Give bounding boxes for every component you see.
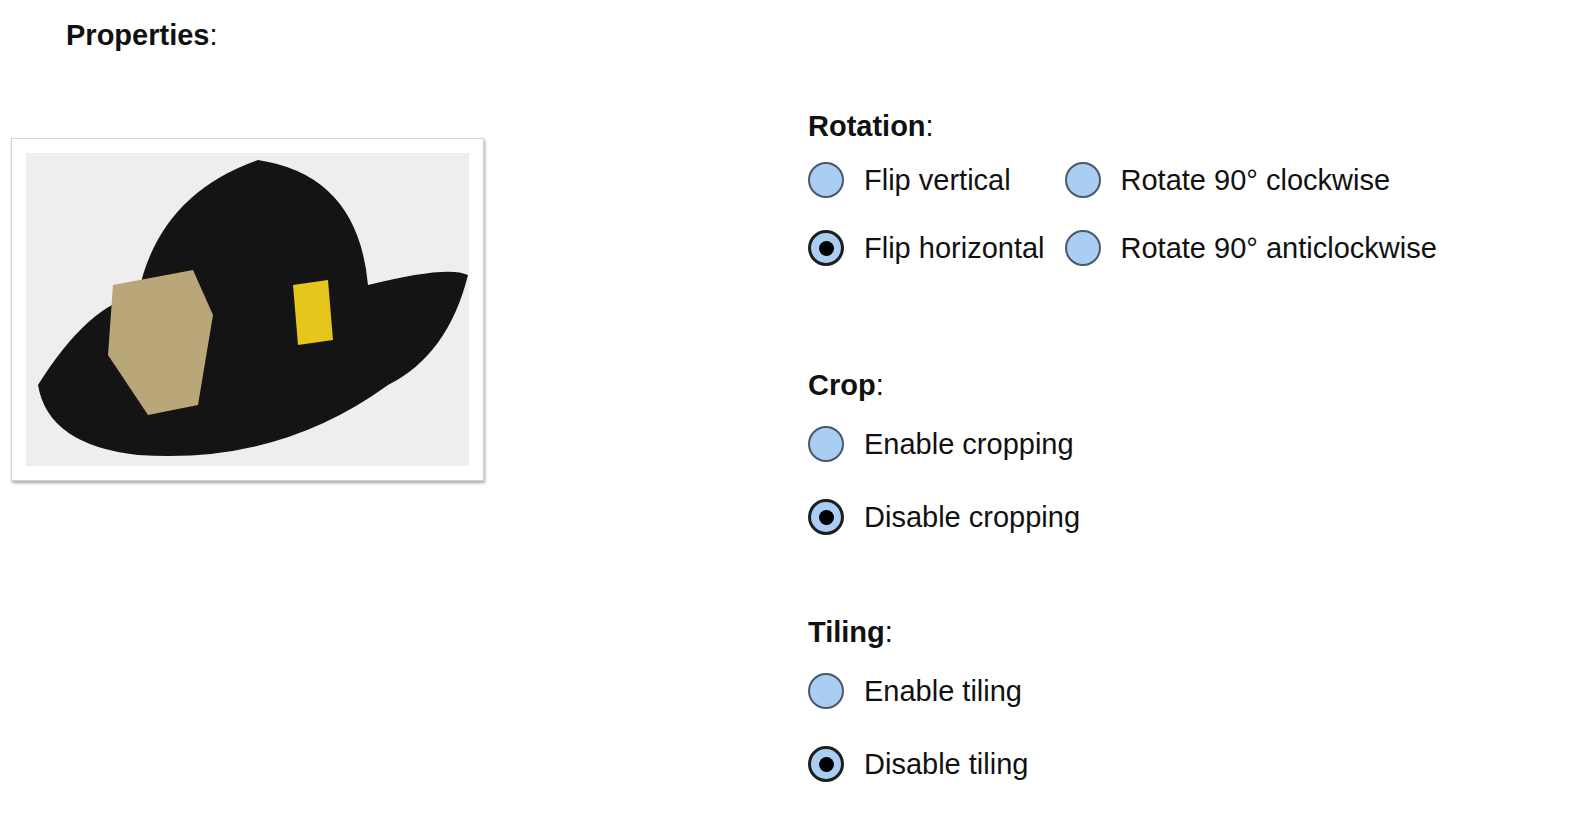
helmet-photo bbox=[26, 153, 469, 466]
group-heading: Tiling: bbox=[808, 614, 1591, 650]
radio-option[interactable]: Enable cropping bbox=[808, 419, 1591, 469]
radio-label[interactable]: Enable tiling bbox=[864, 673, 1022, 709]
radio-button[interactable] bbox=[808, 426, 844, 462]
radio-option[interactable]: Rotate 90° clockwise bbox=[1065, 155, 1437, 205]
group-heading: Rotation: bbox=[808, 108, 1591, 144]
radio-button[interactable] bbox=[1065, 230, 1101, 266]
radio-label[interactable]: Flip vertical bbox=[864, 162, 1011, 198]
radio-dot-icon bbox=[819, 510, 834, 525]
properties-page: Properties: Rotation: Flip vertical Flip ho… bbox=[0, 0, 1591, 821]
option-group: Tiling: Enable tiling Disable tiling bbox=[808, 614, 1591, 789]
radio-list: Enable cropping Disable cropping bbox=[808, 419, 1591, 542]
radio-label[interactable]: Enable cropping bbox=[864, 426, 1074, 462]
radio-option[interactable]: Disable cropping bbox=[808, 492, 1591, 542]
helmet-icon bbox=[28, 155, 468, 465]
radio-button[interactable] bbox=[808, 230, 844, 266]
radio-option[interactable]: Flip horizontal bbox=[808, 223, 1045, 273]
radio-button[interactable] bbox=[808, 673, 844, 709]
radio-option[interactable]: Flip vertical bbox=[808, 155, 1045, 205]
radio-dot-icon bbox=[819, 241, 834, 256]
options-column: Rotation: Flip vertical Flip horizontal Rot… bbox=[808, 0, 1591, 821]
option-group: Rotation: Flip vertical Flip horizontal Rot… bbox=[808, 108, 1591, 273]
radio-list: Flip vertical Flip horizontal Rotate 90° c… bbox=[808, 155, 1591, 273]
radio-option[interactable]: Rotate 90° anticlockwise bbox=[1065, 223, 1437, 273]
preview-column: Properties: bbox=[0, 0, 808, 821]
radio-button[interactable] bbox=[808, 746, 844, 782]
radio-label[interactable]: Disable cropping bbox=[864, 499, 1080, 535]
radio-dot-icon bbox=[819, 757, 834, 772]
properties-title: Properties: bbox=[11, 17, 808, 53]
radio-label[interactable]: Flip horizontal bbox=[864, 230, 1045, 266]
radio-option[interactable]: Disable tiling bbox=[808, 739, 1591, 789]
radio-label[interactable]: Rotate 90° clockwise bbox=[1121, 162, 1391, 198]
radio-label[interactable]: Rotate 90° anticlockwise bbox=[1121, 230, 1437, 266]
radio-button[interactable] bbox=[1065, 162, 1101, 198]
group-heading: Crop: bbox=[808, 367, 1591, 403]
radio-button[interactable] bbox=[808, 162, 844, 198]
radio-label[interactable]: Disable tiling bbox=[864, 746, 1028, 782]
option-group: Crop: Enable cropping Disable cropping bbox=[808, 367, 1591, 542]
image-frame bbox=[11, 138, 484, 481]
radio-button[interactable] bbox=[808, 499, 844, 535]
radio-list: Enable tiling Disable tiling bbox=[808, 666, 1591, 789]
radio-option[interactable]: Enable tiling bbox=[808, 666, 1591, 716]
